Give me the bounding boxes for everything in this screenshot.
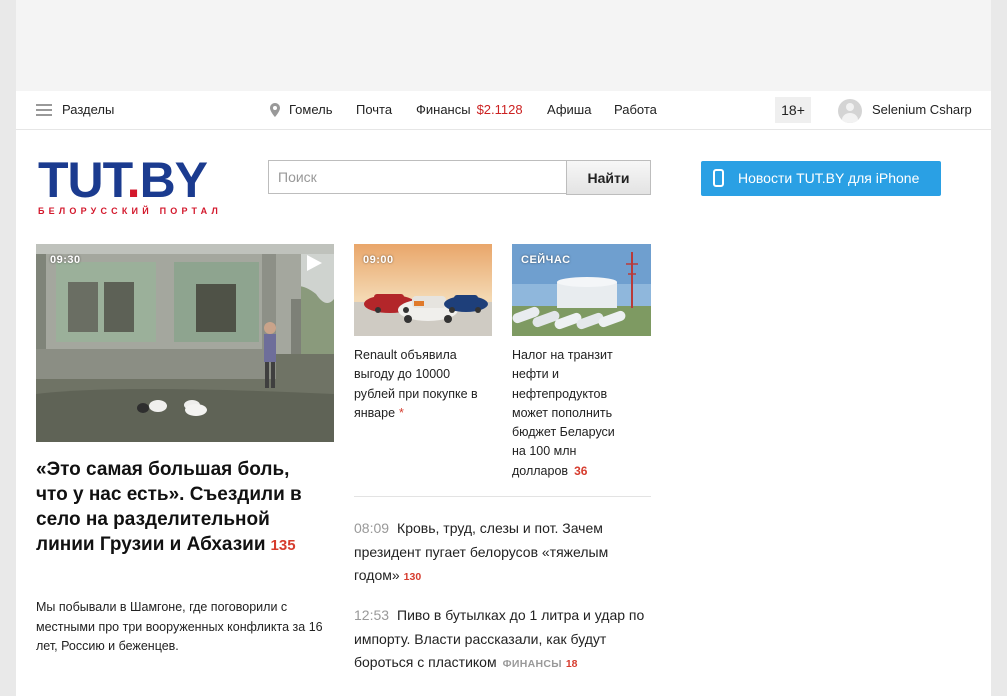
main-story-headline[interactable]: «Это самая большая боль, что у нас есть»… — [36, 457, 318, 558]
age-rating-badge: 18+ — [775, 97, 811, 123]
logo-part-tut: TUT — [38, 152, 128, 208]
smartphone-icon — [713, 169, 724, 187]
iphone-app-label: Новости TUT.BY для iPhone — [738, 170, 920, 186]
main-story-time: 09:30 — [50, 254, 81, 266]
side-story-2-title-text: Налог на транзит нефти и нефтепродуктов … — [512, 348, 615, 478]
main-story-title: «Это самая большая боль, что у нас есть»… — [36, 459, 302, 555]
news-list-item[interactable]: 08:09 Кровь, труд, слезы и пот. Зачем пре… — [354, 517, 651, 590]
currency-rate: $2.1128 — [476, 102, 523, 117]
news-category: ФИНАНСЫ — [502, 658, 562, 670]
village-photo — [36, 244, 334, 442]
main-story-lead: Мы побывали в Шамгоне, где поговорили с … — [36, 600, 323, 653]
side-story-image-2[interactable]: СЕЙЧАС — [512, 244, 651, 336]
sponsored-marker: * — [399, 405, 404, 420]
jobs-link[interactable]: Работа — [614, 91, 657, 129]
iphone-app-button[interactable]: Новости TUT.BY для iPhone — [701, 161, 941, 196]
comment-count: 135 — [270, 537, 296, 554]
side-story-title-2[interactable]: Налог на транзит нефти и нефтепродуктов … — [512, 346, 632, 481]
search-input[interactable] — [268, 160, 566, 194]
news-time: 08:09 — [354, 520, 390, 536]
logo-wordmark: TUT.BY — [38, 155, 248, 205]
logo-subtitle: БЕЛОРУССКИЙ ПОРТАЛ — [38, 206, 223, 216]
divider — [354, 496, 651, 497]
city-link[interactable]: Гомель — [289, 91, 333, 129]
news-list-item[interactable]: 12:53 Пиво в бутылках до 1 литра и удар п… — [354, 604, 651, 677]
user-name-link[interactable]: Selenium Csharp — [872, 91, 972, 129]
play-icon[interactable] — [307, 255, 322, 271]
logo-dot: . — [126, 152, 141, 208]
side-story-2-time: СЕЙЧАС — [521, 254, 571, 266]
ad-banner-area — [16, 0, 991, 92]
top-navigation: Разделы Гомель Почта Финансы $2.1128 Афиш… — [16, 91, 991, 130]
afisha-link[interactable]: Афиша — [547, 91, 591, 129]
news-title: Пиво в бутылках до 1 литра и удар по имп… — [354, 607, 645, 670]
side-story-image-1[interactable]: 09:00 — [354, 244, 492, 336]
logo-part-by: BY — [139, 152, 208, 208]
finance-link[interactable]: Финансы $2.1128 — [416, 91, 523, 129]
search-button[interactable]: Найти — [566, 160, 651, 195]
news-title: Кровь, труд, слезы и пот. Зачем президен… — [354, 520, 609, 583]
news-time: 12:53 — [354, 607, 390, 623]
site-logo[interactable]: TUT.BY БЕЛОРУССКИЙ ПОРТАЛ — [38, 155, 248, 216]
side-story-1-title-text: Renault объявила выгоду до 10000 рублей … — [354, 348, 478, 420]
side-story-title-1[interactable]: Renault объявила выгоду до 10000 рублей … — [354, 346, 492, 423]
sections-menu-link[interactable]: Разделы — [62, 91, 114, 129]
mail-link[interactable]: Почта — [356, 91, 392, 129]
comment-count: 18 — [565, 658, 578, 670]
comment-count: 130 — [403, 571, 422, 583]
location-pin-icon — [270, 91, 282, 129]
page: Разделы Гомель Почта Финансы $2.1128 Афиш… — [16, 0, 991, 696]
side-story-1-time: 09:00 — [363, 254, 394, 266]
comment-count: 36 — [574, 463, 588, 478]
main-story-image[interactable]: 09:30 — [36, 244, 334, 442]
menu-icon[interactable] — [36, 91, 54, 129]
user-avatar-icon[interactable] — [838, 99, 862, 123]
finance-label: Финансы — [416, 102, 471, 117]
